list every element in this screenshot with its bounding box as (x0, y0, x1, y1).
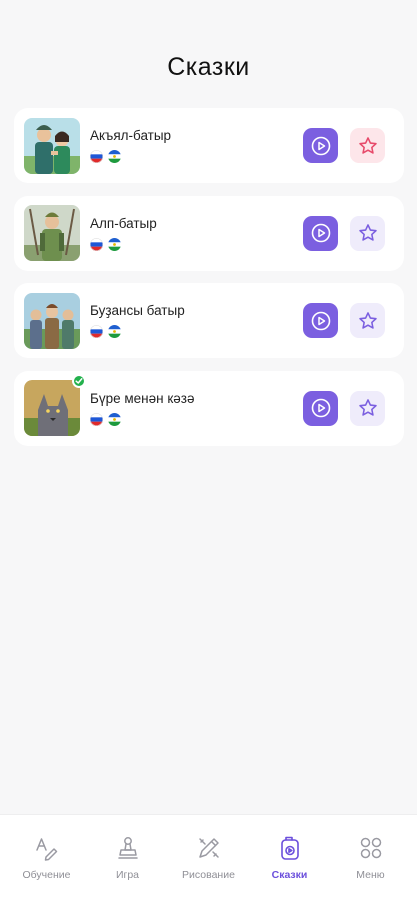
tale-card[interactable]: Бүре менән кәзә (14, 370, 404, 446)
play-icon (311, 223, 330, 243)
tale-card[interactable]: Алп-батыр (14, 195, 404, 271)
tale-card[interactable]: Буҙансы батыр (14, 283, 404, 358)
bashkir-flag-icon (108, 150, 121, 163)
nav-label: Рисование (182, 869, 235, 881)
tale-info: Буҙансы батыр (90, 303, 185, 338)
tale-info: Акъял-батыр (90, 128, 171, 163)
play-button[interactable] (303, 303, 338, 338)
favorite-button[interactable] (350, 128, 385, 163)
language-flags (90, 237, 157, 251)
tale-thumbnail (24, 205, 80, 261)
russian-flag-icon (90, 325, 103, 338)
star-icon (358, 136, 377, 154)
language-flags (90, 325, 185, 338)
learn-icon (34, 835, 60, 861)
tale-thumbnail (24, 117, 80, 174)
tale-list: Акъял-батыр Алп-батыр Буҙансы батыр Бүре… (14, 108, 404, 458)
star-icon (358, 311, 377, 329)
star-icon (358, 399, 377, 416)
bashkir-flag-icon (108, 325, 121, 338)
page-title: Сказки (167, 53, 250, 81)
tale-title[interactable]: Бүре менән кәзә (90, 391, 194, 406)
tale-info: Бүре менән кәзә (90, 391, 194, 426)
language-flags (90, 150, 171, 163)
bottom-navigation: Обучение Игра Рисование Сказки Меню (0, 814, 417, 900)
bashkir-flag-icon (108, 237, 121, 251)
play-button[interactable] (303, 215, 338, 251)
tale-title[interactable]: Акъял-батыр (90, 128, 171, 143)
tale-title[interactable]: Буҙансы батыр (90, 303, 185, 318)
nav-item-game[interactable]: Игра (88, 815, 168, 900)
language-flags (90, 412, 194, 426)
favorite-button[interactable] (350, 390, 385, 426)
drawing-icon (196, 835, 222, 861)
nav-label: Обучение (22, 869, 71, 881)
game-icon (115, 835, 141, 861)
russian-flag-icon (90, 237, 103, 251)
nav-item-tales[interactable]: Сказки (250, 815, 330, 900)
play-icon (311, 311, 330, 330)
play-icon (311, 136, 330, 155)
tale-thumbnail (24, 374, 86, 436)
play-icon (311, 398, 330, 418)
tale-thumbnail (24, 292, 80, 349)
favorite-button[interactable] (350, 303, 385, 338)
nav-item-learning[interactable]: Обучение (7, 815, 87, 900)
check-icon (75, 378, 83, 384)
completed-badge (72, 374, 86, 388)
bashkir-flag-icon (108, 412, 121, 426)
favorite-button[interactable] (350, 215, 385, 251)
play-button[interactable] (303, 390, 338, 426)
nav-item-menu[interactable]: Меню (331, 815, 411, 900)
header: Сказки (0, 0, 417, 100)
menu-icon (358, 835, 384, 861)
russian-flag-icon (90, 412, 103, 426)
tales-icon (277, 835, 303, 861)
star-icon (358, 224, 377, 241)
nav-label: Сказки (271, 869, 308, 881)
tale-card[interactable]: Акъял-батыр (14, 108, 404, 183)
nav-label: Игра (115, 869, 140, 881)
tale-title[interactable]: Алп-батыр (90, 216, 157, 231)
tale-info: Алп-батыр (90, 216, 157, 251)
nav-item-drawing[interactable]: Рисование (169, 815, 249, 900)
russian-flag-icon (90, 150, 103, 163)
play-button[interactable] (303, 128, 338, 163)
nav-label: Меню (356, 869, 385, 881)
